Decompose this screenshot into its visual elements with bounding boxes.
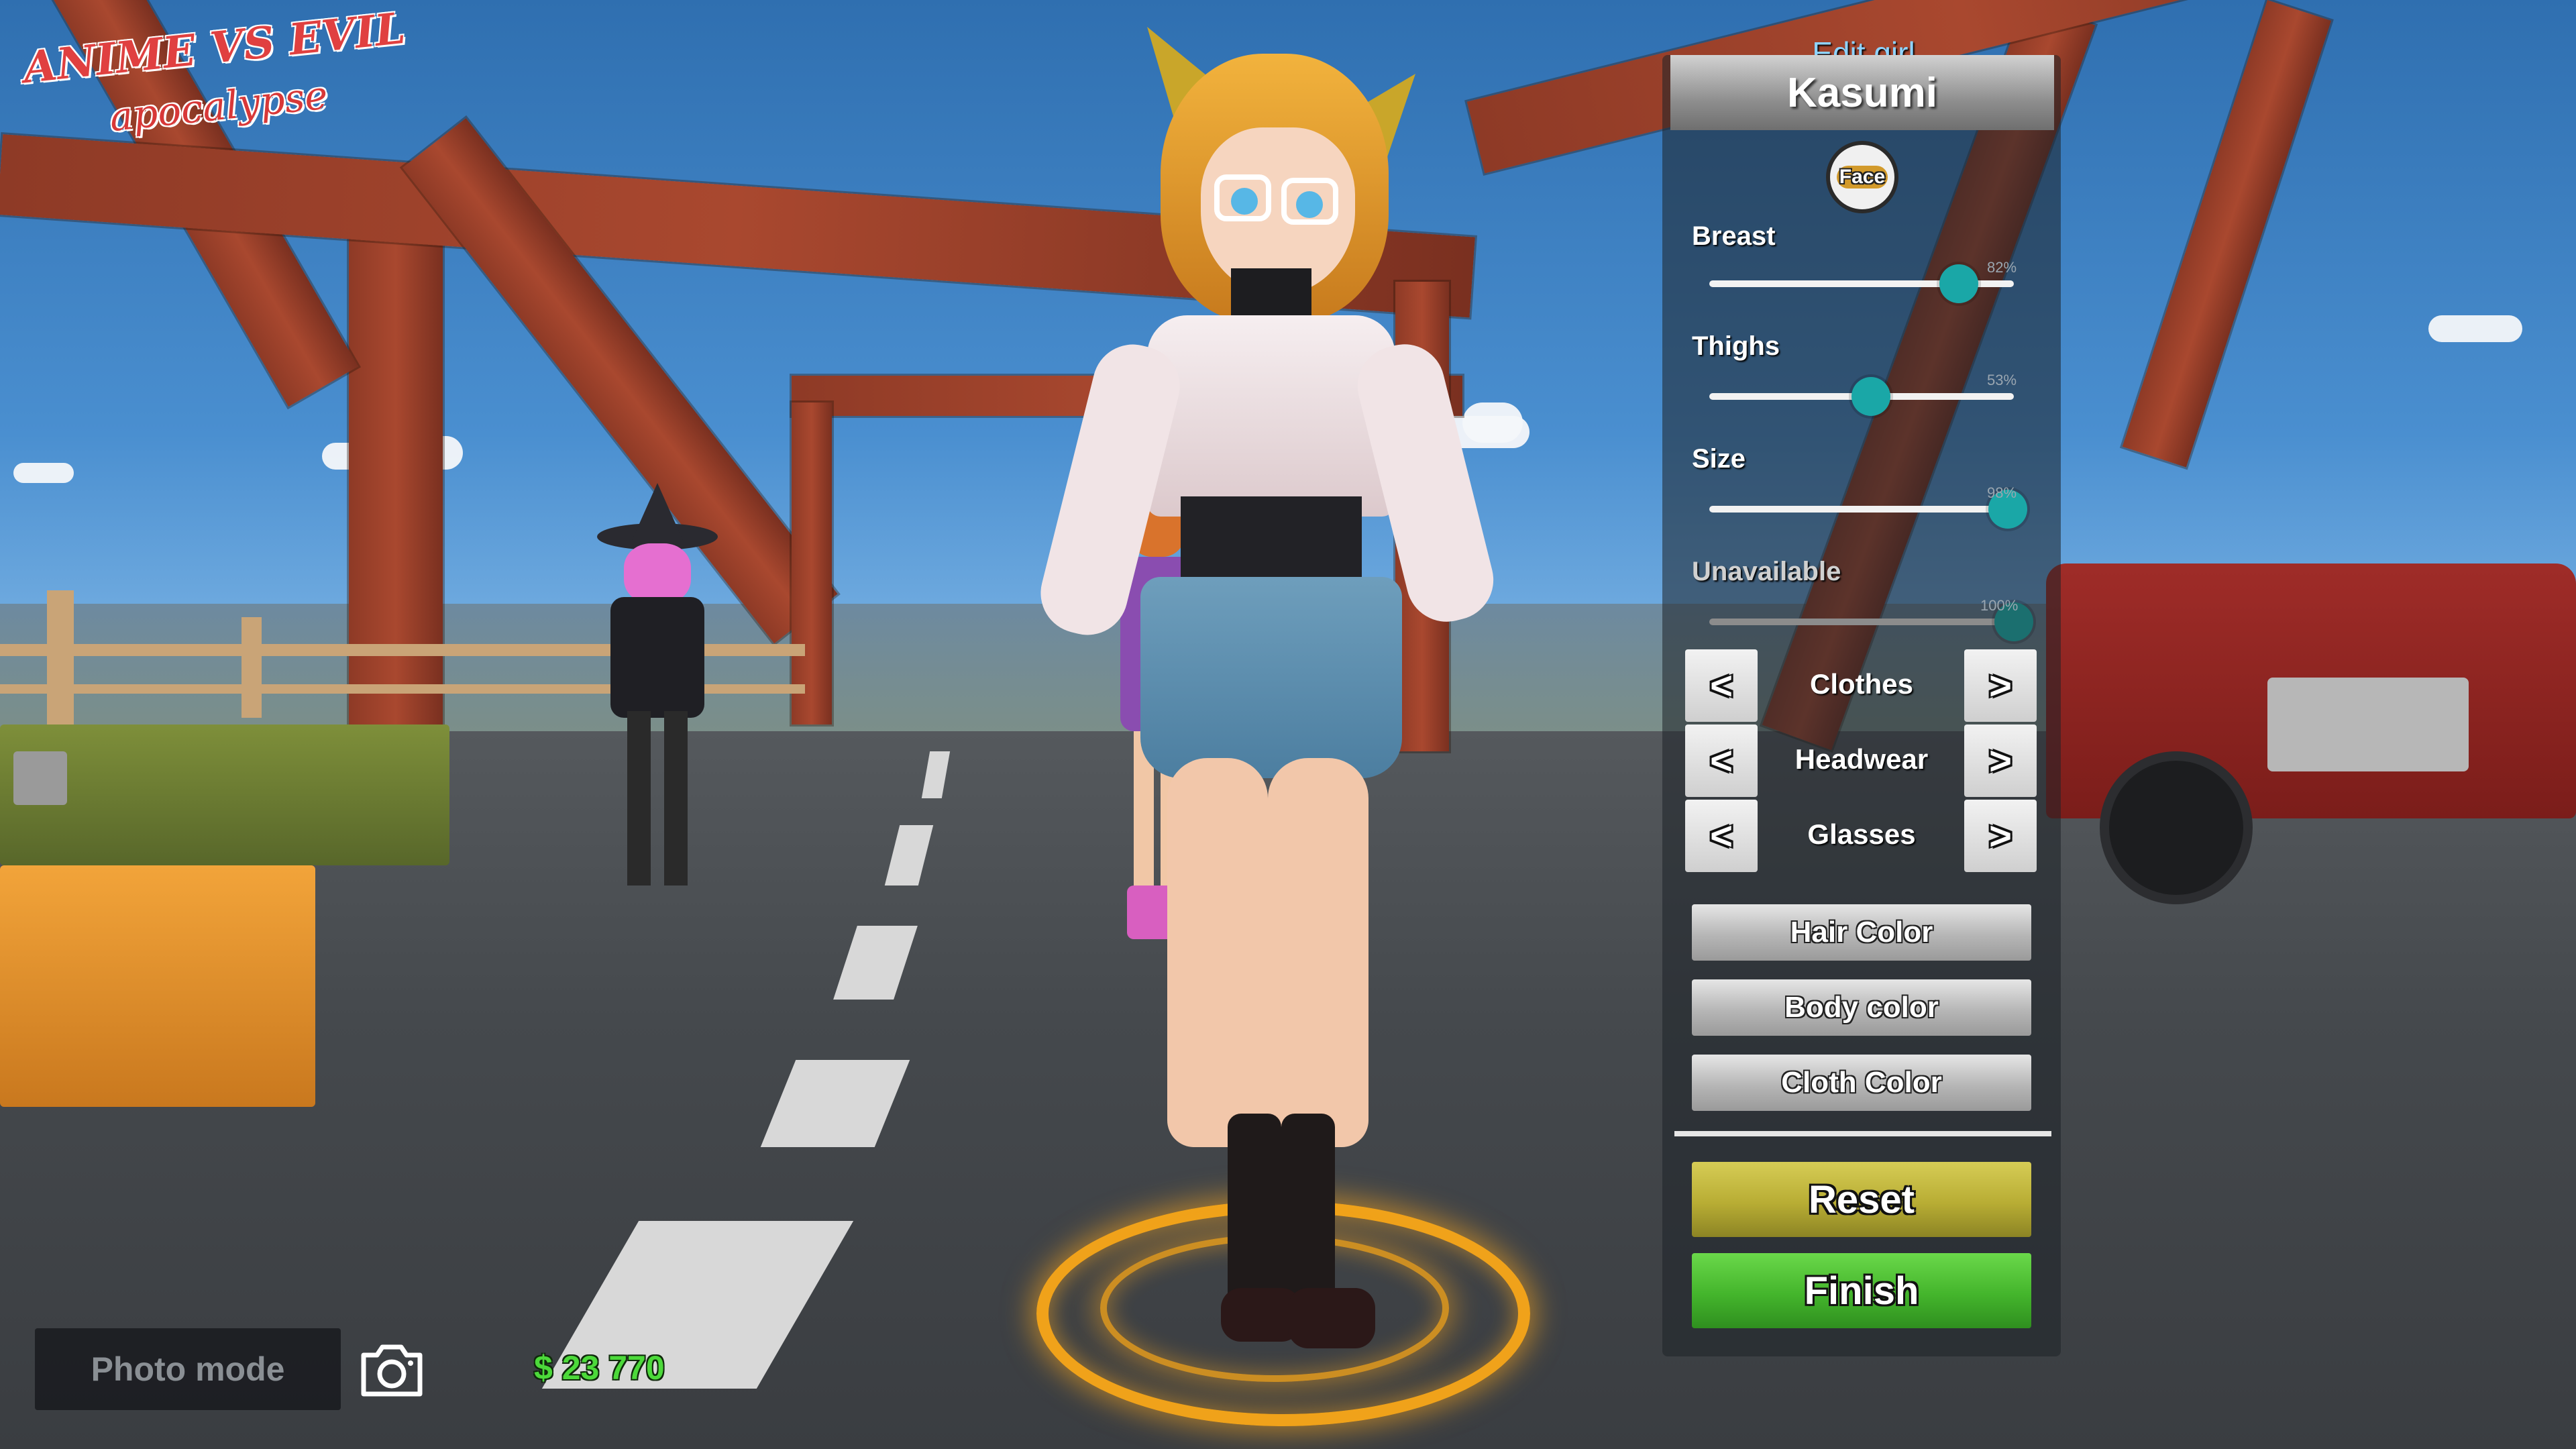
- chevron-left-icon: <: [1710, 739, 1733, 784]
- chevron-left-icon: <: [1710, 663, 1733, 708]
- finish-label: Finish: [1805, 1269, 1919, 1313]
- face-button-label: Face: [1837, 166, 1888, 189]
- size-slider-track[interactable]: [1709, 506, 2014, 513]
- truck-wheel: [2100, 751, 2253, 904]
- glasses-label: Glasses: [1760, 818, 1963, 851]
- bridge-beam: [349, 201, 443, 751]
- reset-label: Reset: [1809, 1177, 1915, 1222]
- headwear-prev-button[interactable]: <: [1685, 724, 1758, 797]
- chevron-right-icon: >: [1989, 739, 2012, 784]
- chevron-left-icon: <: [1710, 814, 1733, 859]
- size-slider-percent: 98%: [1987, 484, 2017, 502]
- clothes-prev-button[interactable]: <: [1685, 649, 1758, 722]
- size-slider-label: Size: [1692, 444, 1746, 474]
- cloth-color-button[interactable]: Cloth Color: [1692, 1055, 2031, 1111]
- thighs-slider-percent: 53%: [1987, 372, 2017, 389]
- headwear-next-button[interactable]: >: [1964, 724, 2037, 797]
- unavailable-slider-percent: 100%: [1980, 597, 2018, 614]
- hair-color-label: Hair Color: [1790, 916, 1933, 949]
- guard-rail-post: [241, 617, 262, 718]
- bridge-beam: [792, 402, 832, 724]
- body-color-label: Body color: [1784, 991, 1939, 1024]
- reset-button[interactable]: Reset: [1692, 1162, 2031, 1237]
- orange-crate: [0, 865, 315, 1107]
- hair-color-button[interactable]: Hair Color: [1692, 904, 2031, 961]
- camera-icon[interactable]: [358, 1339, 425, 1399]
- glasses-next-button[interactable]: >: [1964, 800, 2037, 872]
- chevron-right-icon: >: [1989, 814, 2012, 859]
- breast-slider-knob[interactable]: [1939, 264, 1978, 303]
- guard-rail-post: [47, 590, 74, 724]
- thighs-slider-label: Thighs: [1692, 331, 1780, 362]
- breast-slider-label: Breast: [1692, 221, 1776, 252]
- grey-crate-latch: [13, 751, 67, 805]
- headwear-label: Headwear: [1760, 743, 1963, 775]
- clothes-next-button[interactable]: >: [1964, 649, 2037, 722]
- cloud: [2428, 315, 2522, 342]
- money-counter: $ 23 770: [534, 1348, 665, 1387]
- bridge-beam: [2123, 0, 2331, 468]
- truck-grille: [2267, 678, 2469, 771]
- breast-slider-percent: 82%: [1987, 259, 2017, 276]
- clothes-label: Clothes: [1760, 668, 1963, 700]
- logo-subtitle: apocalypse: [107, 72, 330, 140]
- witch-character: [590, 510, 724, 885]
- green-crate: [0, 724, 449, 865]
- game-world-scene: [0, 0, 2576, 1449]
- panel-divider: [1674, 1131, 2051, 1136]
- glasses-prev-button[interactable]: <: [1685, 800, 1758, 872]
- chevron-right-icon: >: [1989, 663, 2012, 708]
- character-name: Kasumi: [1787, 69, 1937, 117]
- unavailable-slider-track: [1709, 619, 2014, 625]
- character-name-bar: Kasumi: [1670, 55, 2054, 130]
- main-character-kasumi: [966, 27, 1516, 1362]
- thighs-slider-knob[interactable]: [1851, 377, 1890, 416]
- body-color-button[interactable]: Body color: [1692, 979, 2031, 1036]
- unavailable-slider-label: Unavailable: [1692, 557, 1841, 587]
- cloud: [13, 463, 74, 483]
- photo-mode-button[interactable]: Photo mode: [35, 1328, 341, 1410]
- photo-mode-label: Photo mode: [91, 1350, 285, 1389]
- game-screen: ANIME VS EVIL apocalypse Edit girl Kasum…: [0, 0, 2576, 1449]
- cloth-color-label: Cloth Color: [1781, 1066, 1942, 1099]
- face-button[interactable]: Face: [1826, 141, 1898, 213]
- finish-button[interactable]: Finish: [1692, 1253, 2031, 1328]
